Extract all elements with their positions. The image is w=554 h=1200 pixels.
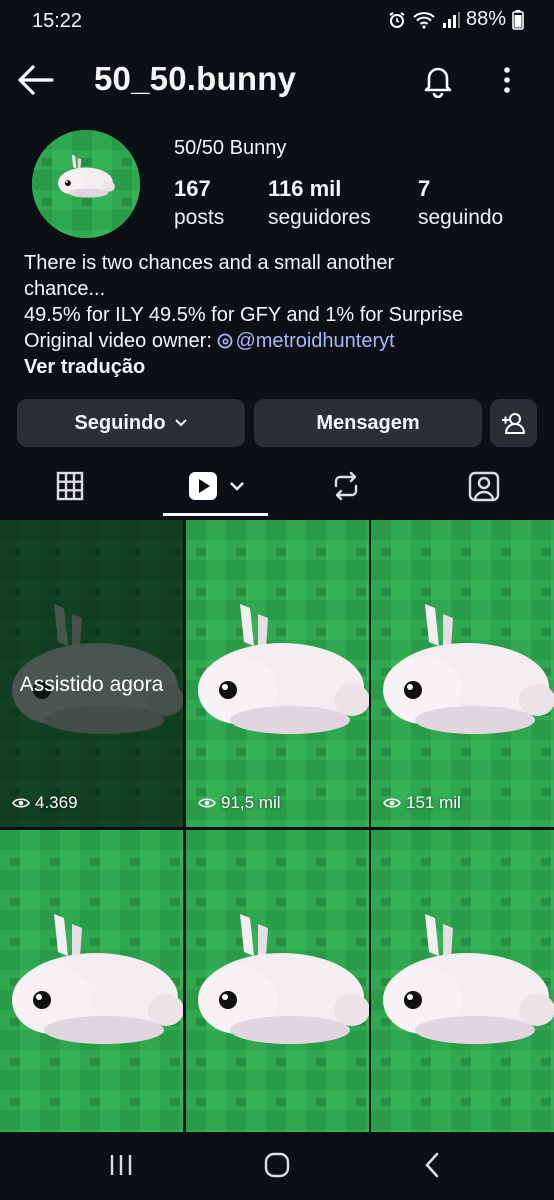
battery-percent: 88% — [465, 8, 506, 30]
reel-thumbnail[interactable]: 91,5 mil — [186, 520, 369, 827]
profile-tabs — [0, 455, 554, 517]
system-nav-bar — [0, 1132, 554, 1200]
battery-icon — [512, 9, 524, 30]
stat-posts-value: 167 — [174, 176, 211, 201]
reel-thumbnail[interactable] — [0, 830, 183, 1137]
reel-thumbnail[interactable] — [371, 830, 554, 1137]
bio-line: There is two chances and a small another — [24, 252, 395, 274]
stat-posts-label: posts — [174, 206, 225, 229]
active-tab-indicator — [163, 513, 268, 516]
notifications-button[interactable] — [420, 62, 456, 99]
see-translation-link[interactable]: Ver tradução — [24, 354, 539, 380]
following-label: Seguindo — [74, 411, 166, 434]
reel-views: 4.369 — [12, 793, 78, 813]
reel-thumbnail[interactable] — [186, 830, 369, 1137]
stat-following[interactable]: 7 seguindo — [418, 176, 503, 230]
threads-icon — [218, 333, 233, 349]
bunny-avatar-image — [32, 130, 140, 238]
message-label: Mensagem — [316, 411, 420, 434]
stat-following-value: 7 — [418, 176, 431, 201]
tab-reels[interactable] — [146, 455, 286, 517]
recent-apps-button[interactable] — [101, 1148, 141, 1182]
more-vertical-icon — [504, 67, 510, 93]
reel-views-count: 91,5 mil — [221, 793, 281, 812]
stat-followers[interactable]: 116 mil seguidores — [268, 176, 371, 230]
reel-views: 151 mil — [383, 793, 461, 813]
bunny-thumbnail-image — [0, 830, 183, 1137]
bunny-thumbnail-image — [186, 830, 369, 1137]
bell-icon — [424, 67, 452, 99]
bio: There is two chances and a small another… — [24, 250, 539, 380]
grid-icon — [56, 471, 84, 501]
tab-reposts[interactable] — [276, 455, 416, 517]
reels-icon — [189, 472, 217, 500]
add-person-icon — [501, 413, 525, 434]
suggest-people-button[interactable] — [490, 399, 537, 447]
profile-username: 50_50.bunny — [94, 60, 297, 97]
eye-icon — [198, 798, 216, 808]
tab-posts-grid[interactable] — [0, 455, 140, 517]
tab-tagged[interactable] — [414, 455, 554, 517]
bio-mention-text: @metroidhunteryt — [235, 330, 395, 352]
home-icon — [264, 1152, 290, 1178]
tagged-icon — [468, 471, 500, 502]
wifi-icon — [413, 11, 435, 29]
arrow-left-icon — [18, 65, 54, 95]
bio-owner-prefix: Original video owner: — [24, 330, 218, 352]
following-button[interactable]: Seguindo — [17, 399, 245, 447]
back-chevron-icon — [425, 1152, 439, 1178]
reel-views-count: 151 mil — [406, 793, 461, 812]
display-name: 50/50 Bunny — [174, 137, 287, 159]
recent-apps-icon — [110, 1155, 132, 1175]
eye-icon — [383, 798, 401, 808]
eye-icon — [12, 798, 30, 808]
bio-mention-link[interactable]: @metroidhunteryt — [217, 330, 395, 352]
more-options-button[interactable] — [494, 62, 520, 98]
bio-owner-line: Original video owner: @metroidhunteryt — [24, 328, 539, 354]
reposts-icon — [334, 471, 358, 501]
reel-views: 91,5 mil — [198, 793, 281, 813]
watched-now-label: Assistido agora — [19, 673, 164, 696]
stat-followers-label: seguidores — [268, 206, 371, 229]
signal-icon — [442, 11, 460, 28]
bunny-thumbnail-image — [371, 520, 554, 827]
stat-following-label: seguindo — [418, 206, 504, 229]
stat-followers-value: 116 mil — [268, 176, 342, 201]
bio-line: 49.5% for ILY 49.5% for GFY and 1% for S… — [24, 304, 464, 326]
profile-header: 50_50.bunny — [0, 50, 554, 110]
message-button[interactable]: Mensagem — [254, 399, 482, 447]
avatar[interactable] — [32, 130, 140, 238]
status-time: 15:22 — [32, 10, 83, 32]
back-button[interactable] — [16, 62, 54, 98]
status-bar: 15:22 88% — [0, 0, 554, 44]
chevron-down-icon — [174, 419, 187, 427]
reel-thumbnail[interactable]: 151 mil — [371, 520, 554, 827]
back-nav-button[interactable] — [412, 1148, 452, 1182]
bunny-thumbnail-image — [371, 830, 554, 1137]
chevron-down-icon — [230, 482, 244, 491]
alarm-icon — [389, 11, 405, 28]
bunny-thumbnail-image — [186, 520, 369, 827]
reel-thumbnail[interactable]: Assistido agora 4.369 — [0, 520, 183, 827]
home-button[interactable] — [257, 1148, 297, 1182]
reels-grid: Assistido agora 4.369 91,5 mil 151 mil — [0, 520, 554, 1137]
stat-posts[interactable]: 167 posts — [174, 176, 224, 230]
reel-views-count: 4.369 — [35, 793, 78, 812]
bio-line: chance... — [24, 278, 106, 300]
